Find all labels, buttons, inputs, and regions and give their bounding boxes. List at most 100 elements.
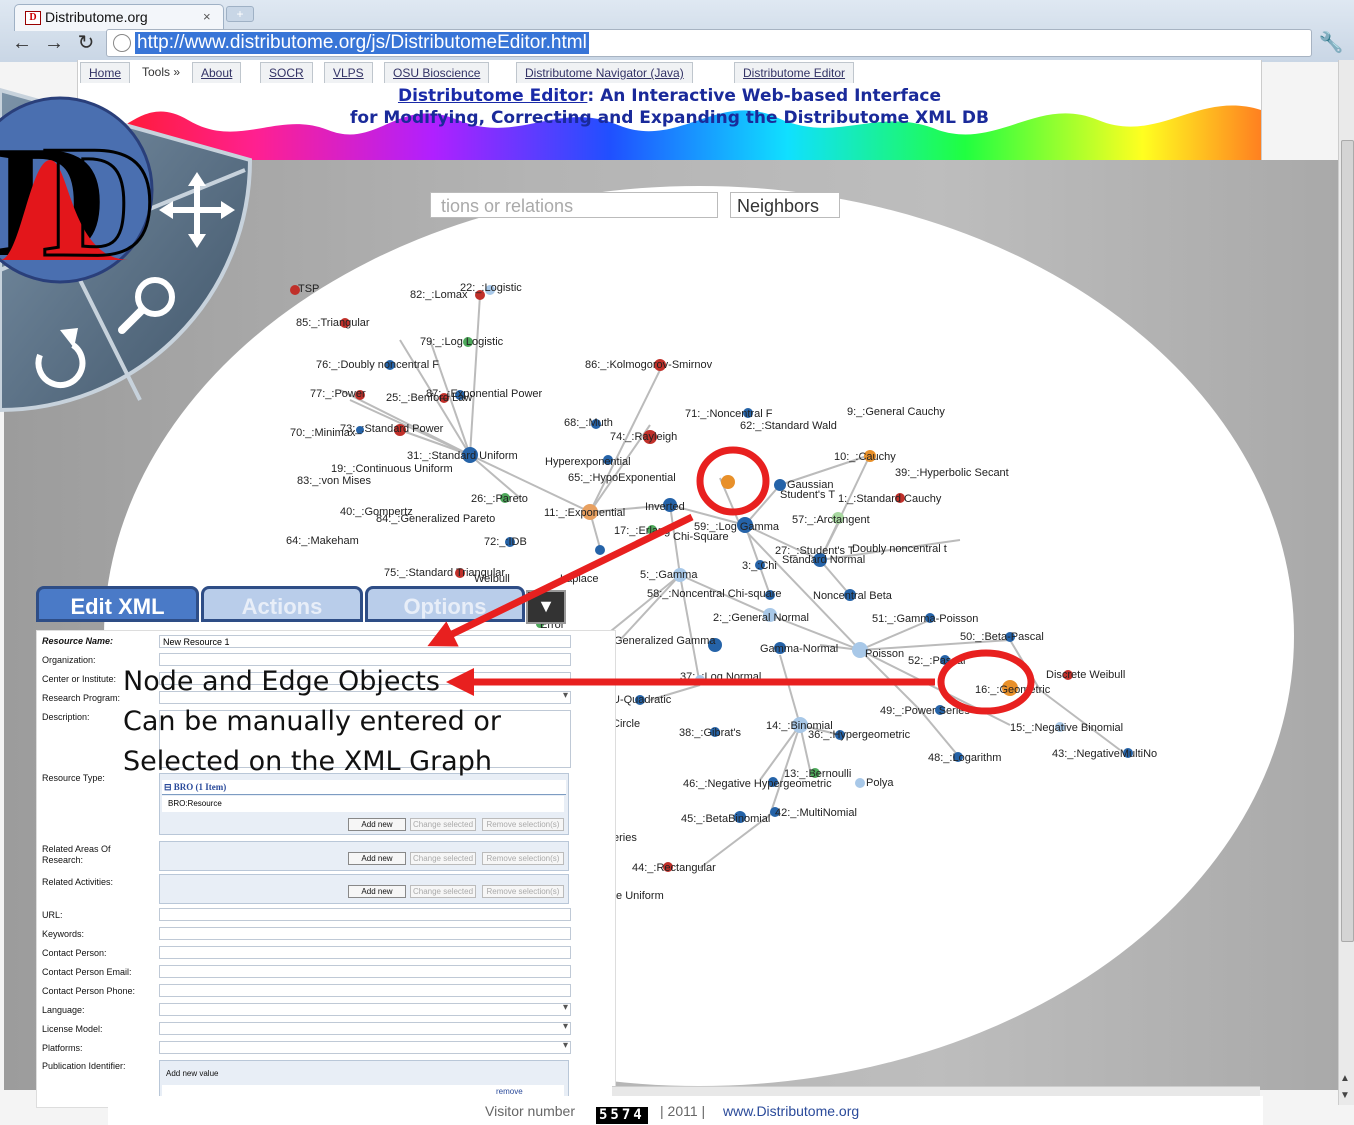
license-label: License Model: [42, 1024, 103, 1034]
graph-label: 79:_:Log Logistic [420, 336, 504, 348]
language-label: Language: [42, 1005, 85, 1015]
graph-label: 37:_:Log Normal [680, 671, 761, 683]
keywords-input[interactable] [159, 927, 571, 940]
graph-label: 73:_:Standard Power [340, 423, 444, 435]
graph-label: 51:_:Gamma-Poisson [872, 613, 978, 625]
navigation-wheel: D D [0, 87, 253, 413]
graph-label: 58:_:Noncentral Chi-square [647, 588, 782, 600]
graph-label: 2:_:General Normal [713, 612, 809, 624]
graph-label: Polya [866, 777, 894, 789]
platforms-select[interactable] [159, 1040, 571, 1054]
contact-email-input[interactable] [159, 965, 571, 978]
graph-label: 15:_:Negative Binomial [1010, 722, 1123, 734]
graph-label: 9:_:General Cauchy [847, 406, 945, 418]
tab-options[interactable]: Options [365, 586, 525, 622]
description-label: Description: [42, 712, 90, 722]
add-new-value-link[interactable]: Add new value [166, 1069, 218, 1078]
graph-label: 44:_:Rectangular [632, 862, 716, 874]
tab-actions[interactable]: Actions [201, 586, 363, 622]
graph-label: 62:_:Standard Wald [740, 420, 837, 432]
graph-label: Inverted [645, 501, 685, 513]
related-areas-label-2: Research: [42, 855, 84, 865]
logo-icon[interactable]: D D [0, 96, 159, 292]
graph-label: Student's T [780, 489, 835, 501]
graph-label: 39:_:Hyperbolic Secant [895, 467, 1009, 479]
graph-label: Discrete Weibull [1046, 669, 1125, 681]
add-new-button[interactable]: Add new [348, 818, 406, 831]
change-selected-button[interactable]: Change selected [410, 885, 476, 898]
graph-label: 45:_:BetaBinomial [681, 813, 770, 825]
graph-label: 71:_:Noncentral F [685, 408, 773, 420]
graph-label: 26:_:Pareto [471, 493, 528, 505]
callout-line-1: Node and Edge Objects [123, 666, 440, 697]
graph-label: Laplace [560, 573, 599, 585]
language-select[interactable] [159, 1002, 571, 1016]
organization-label: Organization: [42, 655, 96, 665]
remove-selection-button[interactable]: Remove selection(s) [482, 885, 564, 898]
page-scrollbar[interactable] [1338, 60, 1354, 1105]
change-selected-button[interactable]: Change selected [410, 852, 476, 865]
visitor-label: Visitor number [485, 1103, 576, 1119]
resource-name-label: Resource Name: [42, 636, 114, 646]
bro-header[interactable]: ⊟ BRO (1 Item) [162, 780, 566, 795]
graph-label: 87:_:Exponential Power [426, 388, 543, 400]
footer-site-link[interactable]: www.Distributome.org [723, 1103, 859, 1119]
url-input[interactable] [159, 908, 571, 921]
url-label: URL: [42, 910, 63, 920]
graph-label: 48:_:Logarithm [928, 752, 1001, 764]
graph-label: Doubly noncentral t [852, 543, 947, 555]
scrollbar-thumb[interactable] [1341, 140, 1354, 942]
contact-person-input[interactable] [159, 946, 571, 959]
callout-line-2: Can be manually entered or [123, 706, 501, 737]
graph-label: 22:_:Logistic [460, 282, 522, 294]
bro-item[interactable]: BRO:Resource [162, 796, 564, 812]
resource-name-input[interactable]: New Resource 1 [159, 635, 571, 648]
graph-label: Chi-Square [673, 531, 729, 543]
remove-selection-button[interactable]: Remove selection(s) [482, 818, 564, 831]
contact-phone-input[interactable] [159, 984, 571, 997]
graph-label: eries [613, 832, 637, 844]
graph-label: Gamma-Normal [760, 643, 838, 655]
bro-header-text: BRO (1 Item) [173, 782, 227, 792]
graph-label: 31:_:Standard Uniform [407, 450, 518, 462]
graph-label: 86:_:Kolmogorov-Smirnov [585, 359, 713, 371]
graph-label: Circle [612, 718, 640, 730]
add-new-button[interactable]: Add new [348, 885, 406, 898]
graph-label: 72:_:IDB [484, 536, 527, 548]
graph-label: 57:_:Arctangent [792, 514, 870, 526]
graph-label: 11:_:Exponential [544, 507, 625, 519]
scroll-down-icon[interactable]: ▼ [1340, 1090, 1350, 1101]
graph-label: 17:_:Erlang [614, 525, 670, 537]
change-selected-button[interactable]: Change selected [410, 818, 476, 831]
related-activities-box: Add new Change selected Remove selection… [159, 874, 569, 904]
add-new-button[interactable]: Add new [348, 852, 406, 865]
graph-label: 36:_:Hypergeometric [808, 729, 911, 741]
graph-label: 38:_:Gibrat's [679, 727, 742, 739]
license-select[interactable] [159, 1021, 571, 1035]
graph-label: 65:_:HypoExponential [568, 472, 676, 484]
center-label: Center or Institute: [42, 674, 117, 684]
graph-label: TSP [298, 283, 319, 295]
remove-link[interactable]: remove [496, 1087, 523, 1096]
graph-label: 10:_:Cauchy [834, 451, 896, 463]
graph-label: 50:_:Beta-Pascal [960, 631, 1044, 643]
graph-label: Poisson [865, 648, 904, 660]
graph-label: 16:_:Geometric [975, 684, 1051, 696]
publication-label: Publication Identifier: [42, 1061, 126, 1071]
graph-label: 76:_:Doubly noncentral F [316, 359, 439, 371]
contact-email-label: Contact Person Email: [42, 967, 132, 977]
graph-label: 85:_:Triangular [296, 317, 370, 329]
graph-label: 68:_:Muth [564, 417, 613, 429]
tab-edit-xml[interactable]: Edit XML [36, 586, 199, 622]
graph-label: 19:_:Continuous Uniform [331, 463, 453, 475]
graph-label: 64:_:Makeham [286, 535, 359, 547]
remove-selection-button[interactable]: Remove selection(s) [482, 852, 564, 865]
resource-type-label: Resource Type: [42, 773, 105, 783]
scroll-up-icon[interactable]: ▲ [1340, 1073, 1350, 1084]
graph-label: Hyperexponential [545, 456, 631, 468]
chevron-down-icon[interactable]: ▼ [526, 590, 566, 624]
graph-label: 43:_:NegativeMultiNo [1052, 748, 1157, 760]
graph-label: 52:_:Pascal [908, 655, 965, 667]
visitor-counter: 5574 [596, 1107, 648, 1124]
graph-label: 83:_:von Mises [297, 475, 371, 487]
